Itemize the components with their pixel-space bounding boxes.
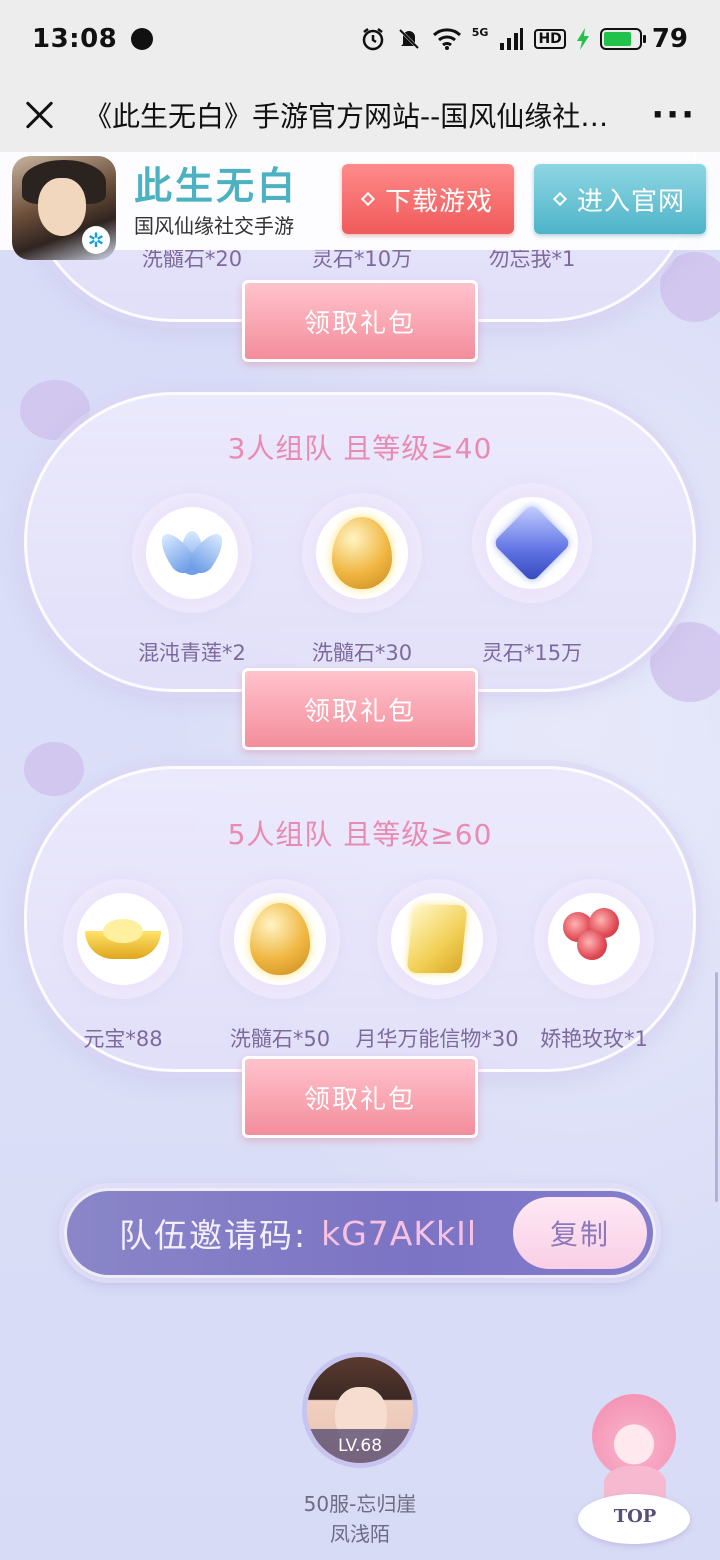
close-icon[interactable] [24, 99, 56, 131]
wifi-icon [432, 28, 461, 50]
diamond-icon [552, 191, 568, 207]
page-title: 《此生无白》手游官方网站--国风仙缘社… [84, 100, 609, 133]
gift-item: 洗髓石*30 [277, 503, 447, 667]
team-invite-code-bar: 队伍邀请码: kG7AKkIl 复制 [64, 1188, 656, 1278]
app-name: 此生无白 [134, 163, 299, 208]
decor-cloud [660, 252, 720, 322]
status-bar: 13:08 5G HD 79 [0, 0, 720, 78]
gift-item-label: 月华万能信物*30 [355, 1027, 519, 1051]
browser-title-bar: 《此生无白》手游官方网站--国风仙缘社… ··· [0, 78, 720, 152]
gift-item: 灵石*15万 [447, 493, 617, 667]
lotus-icon [142, 503, 242, 603]
more-options-icon[interactable]: ··· [651, 95, 696, 135]
gift-item: 月华万能信物*30 [352, 889, 522, 1053]
battery-level: 79 [651, 24, 688, 54]
notification-dot-icon [131, 28, 154, 50]
invite-code-value[interactable]: kG7AKkIl [321, 1214, 477, 1253]
page-content: 洗髓石*20 灵石*10万 勿忘我*1 领取礼包 ✲ 此生无白 国风仙缘社交手游… [0, 152, 720, 1560]
app-subtitle: 国风仙缘社交手游 [134, 213, 294, 238]
gift-item-label: 洗髓石*30 [311, 641, 413, 665]
mute-icon [398, 28, 419, 50]
gift-item-label: 娇艳玫玫*1 [540, 1027, 648, 1051]
app-icon[interactable]: ✲ [12, 156, 116, 260]
back-to-top-button[interactable]: TOP [570, 1382, 700, 1552]
gift-item: 娇艳玫玫*1 [509, 889, 679, 1053]
diamond-icon [360, 191, 376, 207]
panel-title: 3人组队 且等级≥40 [227, 432, 493, 465]
network-type: 5G [471, 25, 489, 39]
rose-icon [544, 889, 644, 989]
gift-panel-3: 5人组队 且等级≥60 元宝*88 洗髓石*50 月华万能信物*30 娇艳玫玫*… [24, 766, 696, 1072]
platform-logo-icon: ✲ [82, 226, 110, 254]
decor-cloud [24, 742, 84, 796]
player-level: LV.68 [307, 1429, 413, 1463]
panel-title: 5人组队 且等级≥60 [227, 818, 493, 851]
gift-item-label: 元宝*88 [83, 1027, 163, 1051]
copy-button[interactable]: 复制 [513, 1197, 647, 1269]
battery-icon [599, 28, 646, 50]
claim-gift-button[interactable]: 领取礼包 [242, 1056, 478, 1138]
official-site-button[interactable]: 进入官网 [534, 164, 706, 234]
claim-gift-button[interactable]: 领取礼包 [242, 668, 478, 750]
gold-ingot-icon [73, 889, 173, 989]
scrollbar[interactable] [715, 972, 718, 1202]
gift-item: 元宝*88 [38, 889, 208, 1053]
gift-item: 混沌青莲*2 [107, 503, 277, 667]
player-avatar[interactable]: LV.68 [302, 1352, 418, 1468]
charging-icon [576, 28, 589, 50]
gift-panel-2: 3人组队 且等级≥40 混沌青莲*2 洗髓石*30 灵石*15万 [24, 392, 696, 692]
gift-item-label: 混沌青莲*2 [138, 641, 246, 665]
download-game-label: 下载游戏 [384, 186, 493, 217]
invite-code-label: 队伍邀请码: [119, 1216, 308, 1255]
status-icons: 5G HD 79 [360, 24, 688, 54]
gift-item-label: 灵石*15万 [481, 641, 583, 665]
official-site-label: 进入官网 [576, 186, 685, 217]
marrow-stone-icon [230, 889, 330, 989]
signal-icon [500, 28, 524, 50]
download-game-button[interactable]: 下载游戏 [342, 164, 514, 234]
gift-item-label: 洗髓石*50 [229, 1027, 331, 1051]
top-label: TOP [613, 1506, 657, 1527]
app-download-banner: ✲ 此生无白 国风仙缘社交手游 下载游戏 进入官网 [0, 152, 720, 260]
hd-icon: HD [534, 29, 566, 49]
token-icon [387, 889, 487, 989]
spirit-stone-icon [482, 493, 582, 593]
marrow-stone-icon [312, 503, 412, 603]
alarm-icon [362, 28, 384, 51]
claim-gift-button[interactable]: 领取礼包 [242, 280, 478, 362]
status-time: 13:08 [32, 24, 118, 54]
gift-item: 洗髓石*50 [195, 889, 365, 1053]
